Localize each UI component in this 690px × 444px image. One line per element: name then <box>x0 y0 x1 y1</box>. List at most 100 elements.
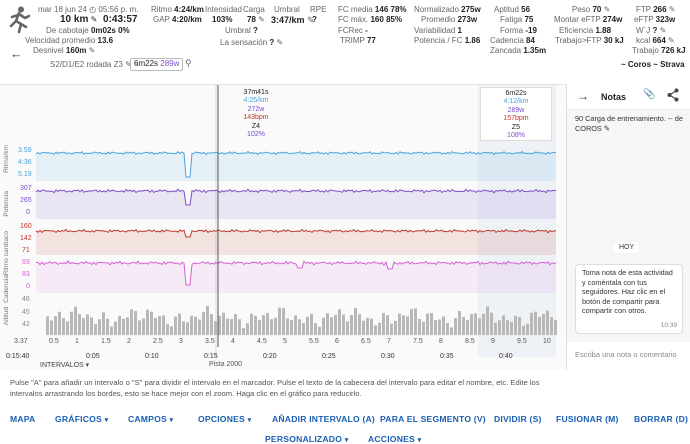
pace-tick-top: 3.59 <box>18 147 32 154</box>
km-tick-label: 3 <box>179 338 183 345</box>
altitude-bar <box>358 314 361 335</box>
altitude-bar <box>530 312 533 335</box>
altitude-bar <box>338 309 341 335</box>
altitude-bar <box>110 326 113 335</box>
menu-customize[interactable]: PERSONALIZADO ▾ <box>265 434 348 444</box>
menu-graphs[interactable]: GRÁFICOS ▾ <box>55 414 108 424</box>
altitude-bar <box>378 322 381 335</box>
altitude-bar <box>118 315 121 335</box>
altitude-bar <box>302 323 305 335</box>
fitness: Aptitud 56 <box>494 5 531 14</box>
alt-tick-top: 46 <box>22 296 30 303</box>
hr-tick-low: 71 <box>22 247 30 254</box>
altitude-bar <box>438 319 441 335</box>
interval-1-pace: 4:25/km <box>243 97 269 105</box>
altitude-bar <box>406 316 409 335</box>
menu-actions[interactable]: ACCIONES ▾ <box>368 434 421 444</box>
interval-1-header[interactable]: 37m41s 4:25/km 272w 143bpm Z4 102% <box>230 89 282 139</box>
delete-button[interactable]: BORRAR (D) <box>634 414 688 424</box>
for-segment-button[interactable]: PARA EL SEGMENTO (V) <box>380 414 486 424</box>
interval-2-hr: 157bpm <box>503 115 529 123</box>
time-tick-label: 0:30 <box>381 353 395 360</box>
altitude-bar <box>102 312 105 335</box>
altitude-bar <box>534 311 537 335</box>
menu-fields[interactable]: CAMPOS ▾ <box>128 414 173 424</box>
altitude-bar <box>482 313 485 335</box>
intervals-toggle[interactable]: INTERVALOS ▾ <box>40 361 89 369</box>
km-tick-label: 5 <box>283 338 287 345</box>
altitude-bar <box>426 313 429 335</box>
interval-name[interactable]: S2/D1/E2 rodada Z3 ✎ ~ <box>50 60 139 71</box>
interval-2-pct: 108% <box>507 132 525 140</box>
interval-2-power: 289w <box>507 106 525 114</box>
threshold-value: 3:47/km ✎ <box>271 15 315 25</box>
altitude-bar <box>142 318 145 335</box>
share-icon[interactable] <box>667 88 679 107</box>
altitude-bar <box>242 328 245 335</box>
interval-summary-chip[interactable]: 6m22s 289w <box>130 58 184 71</box>
today-badge: HOY <box>614 242 640 253</box>
menu-options[interactable]: OPCIONES ▾ <box>198 414 251 424</box>
altitude-bar <box>538 316 541 335</box>
altitude-bar <box>546 310 549 335</box>
km-tick-label: 8 <box>439 338 443 345</box>
altitude-bar <box>258 319 261 335</box>
altitude-bar <box>326 313 329 335</box>
altitude-bar <box>134 310 137 335</box>
split-button[interactable]: DIVIDIR (S) <box>494 414 542 424</box>
altitude-bar <box>226 318 229 335</box>
interval-2-header[interactable]: 6m22s 4:12/km 289w 157bpm Z5 108% <box>480 87 552 141</box>
pace: Ritmo 4:24/km <box>151 5 204 14</box>
altitude-bar <box>170 326 173 335</box>
data-sources[interactable]: ~ Coros ~ Strava <box>621 60 685 71</box>
power-tick-mid: 265 <box>20 197 32 204</box>
work-above-ftp: Trabajo>FTP 30 kJ <box>555 36 624 45</box>
altitude-bar <box>422 321 425 335</box>
altitude-bar <box>146 309 149 335</box>
altitude-bar <box>286 318 289 335</box>
time-tick-label: 0:15:40 <box>6 353 29 360</box>
altitude-bar <box>454 318 457 335</box>
feel-field[interactable]: La sensación ? ✎ <box>220 38 283 49</box>
back-arrow-icon[interactable]: ← <box>10 46 23 61</box>
altitude-bar <box>194 316 197 335</box>
time-tick-label: 0:05 <box>86 353 100 360</box>
altitude-bar <box>166 324 169 335</box>
elevation: Desnivel 160m ✎ <box>33 46 96 55</box>
work: Trabajo 726 kJ <box>632 46 686 55</box>
intensity-label: Intensidad <box>205 5 242 14</box>
note-input[interactable]: Escriba una nota o comentario <box>569 344 689 366</box>
altitude-bar <box>206 305 209 335</box>
interval-1-hr: 143bpm <box>243 114 269 122</box>
run-eftp: Montar eFTP 274w <box>554 15 623 24</box>
altitude-bar <box>154 318 157 335</box>
running-icon <box>8 6 31 34</box>
search-icon[interactable]: ⚲ <box>185 58 192 69</box>
time-tick-label: 0:20 <box>263 353 277 360</box>
add-interval-button[interactable]: AÑADIR INTERVALO (A) <box>272 414 375 424</box>
altitude-bar <box>70 311 73 335</box>
activity-chart[interactable]: Ritmo/km Potencia Ritmo cardíaco Cadenci… <box>0 84 566 370</box>
altitude-bar <box>138 320 141 335</box>
km-tick-label: 7.5 <box>413 338 423 345</box>
altitude-bar <box>522 325 525 335</box>
merge-button[interactable]: FUSIONAR (M) <box>556 414 619 424</box>
time-tick-label: 0:15 <box>204 353 218 360</box>
attach-icon[interactable]: 📎 <box>643 89 655 100</box>
altitude-bar <box>214 321 217 335</box>
avg-speed: Velocidad promedio 13.6 <box>25 36 114 45</box>
km-tick-label: 3.37 <box>14 338 28 345</box>
altitude-bar <box>322 317 325 335</box>
altitude-bar <box>390 323 393 335</box>
menu-map[interactable]: MAPA <box>10 414 35 424</box>
rpe-value[interactable]: ? <box>312 15 317 26</box>
interval-1-zone: Z4 <box>251 122 261 130</box>
km-tick-label: 2 <box>127 338 131 345</box>
altitude-bar <box>554 319 557 335</box>
threshold-field[interactable]: Umbral ? <box>225 26 258 37</box>
notes-thread: 90 Carga de entrenamiento. -- de COROS ✎… <box>567 110 690 342</box>
altitude-bar <box>434 320 437 335</box>
altitude-bar <box>66 321 69 335</box>
altitude-bar <box>106 318 109 335</box>
arrow-right-icon[interactable]: → <box>577 89 589 103</box>
